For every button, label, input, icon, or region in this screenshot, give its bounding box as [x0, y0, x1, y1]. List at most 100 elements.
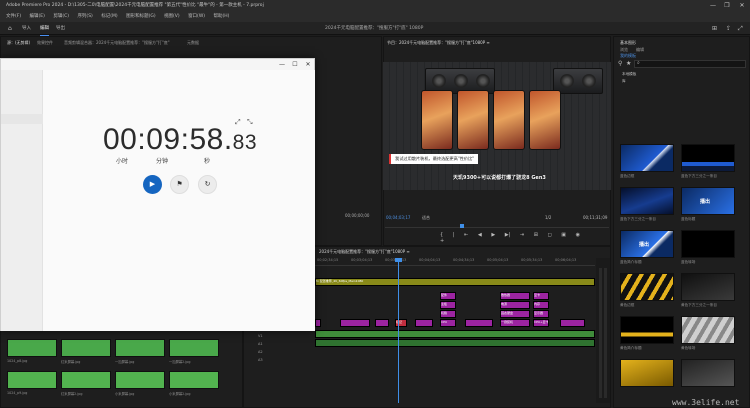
scrubber-handle[interactable]	[460, 224, 464, 228]
tab-edit-graphics[interactable]: 编辑	[636, 47, 644, 53]
program-timecode[interactable]: 00;04;03;17	[386, 215, 410, 220]
export-frame-button[interactable]: ▣	[561, 232, 566, 238]
track-header-a3[interactable]: A3	[258, 358, 263, 362]
program-scrubber[interactable]	[385, 224, 609, 228]
step-forward-button[interactable]: ▶|	[505, 232, 511, 238]
tree-libraries[interactable]: 库	[622, 79, 626, 84]
workspaces-icon[interactable]: ⊞	[712, 22, 717, 35]
menu-graphics[interactable]: 图形和标题(G)	[126, 14, 156, 19]
clip-green-audio[interactable]	[315, 339, 595, 347]
clip-purple[interactable]: 主板	[440, 301, 456, 309]
bin-thumbnail[interactable]	[61, 371, 111, 389]
bin-thumbnail[interactable]	[61, 339, 111, 357]
bin-thumbnail[interactable]	[7, 339, 57, 357]
clip-purple[interactable]	[315, 319, 321, 327]
zoom-select[interactable]: 适合	[422, 215, 430, 221]
tab-edit[interactable]: 编辑	[40, 22, 49, 36]
clip-purple[interactable]: 一键装机	[500, 319, 530, 327]
template-yellow-frame[interactable]	[620, 273, 674, 301]
bin-thumbnail[interactable]	[7, 371, 57, 389]
filter-icon[interactable]: ⚲	[618, 60, 622, 67]
lap-button[interactable]: ⚑	[170, 175, 189, 194]
stopwatch-close-button[interactable]: ✕	[302, 60, 314, 69]
menu-sequence[interactable]: 序列(S)	[77, 14, 92, 19]
clip-purple[interactable]: 内存	[533, 301, 549, 309]
track-header-a1[interactable]: A1	[258, 342, 263, 346]
go-to-out-button[interactable]: ⇥	[520, 232, 524, 238]
tree-local-templates[interactable]: 本地模板	[622, 72, 636, 77]
template-blue-intro-title[interactable]: 播出	[620, 230, 674, 258]
tab-audio-mixer[interactable]: 音频剪辑混合器：2024千元电脑配置推荐："搜服方"打"底"	[64, 40, 170, 46]
template-yellow-extra[interactable]	[620, 359, 674, 387]
template-blue-lower-third-2[interactable]	[620, 187, 674, 215]
menu-view[interactable]: 视图(V)	[164, 14, 180, 19]
close-button[interactable]: ✕	[735, 0, 749, 11]
template-yellow-transition[interactable]	[681, 316, 735, 344]
clip-green-video[interactable]	[315, 330, 595, 338]
stopwatch-maximize-button[interactable]: ☐	[289, 60, 301, 69]
go-to-in-button[interactable]: ⇤	[464, 232, 468, 238]
bin-thumbnail[interactable]	[169, 371, 219, 389]
resolution-select[interactable]: 1/2	[545, 215, 551, 220]
template-blue-transition[interactable]	[681, 230, 735, 258]
bin-thumbnail[interactable]	[169, 339, 219, 357]
menu-help[interactable]: 帮助(H)	[213, 14, 229, 19]
tab-import[interactable]: 导入	[22, 22, 31, 35]
clip-purple[interactable]	[340, 319, 370, 327]
maximize-button[interactable]: ❐	[720, 0, 734, 11]
clip-purple[interactable]: CPU	[440, 319, 456, 327]
clip-purple[interactable]: 固态硬盘	[500, 310, 530, 318]
template-blue-title[interactable]: 播出	[681, 187, 735, 215]
clip-purple[interactable]: 配件	[440, 292, 456, 300]
tab-sequence[interactable]: 2024千元电脑配置推荐："搜服方"打"底"1080P ≡	[319, 249, 410, 255]
menu-edit[interactable]: 编辑(E)	[30, 14, 45, 19]
tab-program[interactable]: 节目：2024千元电脑配置推荐："搜服方"打"底"1080P ≡	[387, 40, 490, 46]
clip-purple[interactable]: 机箱	[440, 310, 456, 318]
clip-purple[interactable]	[375, 319, 389, 327]
play-button[interactable]: ▶	[491, 232, 495, 238]
template-blue-frame[interactable]	[620, 144, 674, 172]
share-icon[interactable]: ⇪	[726, 22, 731, 35]
clip-red[interactable]: 标记	[395, 319, 407, 327]
extract-button[interactable]: ◻	[547, 232, 551, 238]
fullscreen-icon[interactable]: ⤢	[738, 22, 743, 35]
step-back-button[interactable]: ◀	[478, 232, 482, 238]
clip-purple[interactable]: 显卡	[533, 292, 549, 300]
stopwatch-minimize-button[interactable]: —	[276, 60, 288, 69]
track-header-v1[interactable]: V1	[258, 334, 263, 338]
clip-purple[interactable]	[415, 319, 433, 327]
menu-window[interactable]: 窗口(W)	[188, 14, 205, 19]
star-icon[interactable]: ★	[626, 60, 631, 67]
mark-out-button[interactable]: |	[453, 232, 455, 238]
tab-effect-controls[interactable]: 效果控件	[37, 40, 53, 46]
tab-export[interactable]: 导出	[56, 22, 65, 35]
menu-markers[interactable]: 标记(M)	[101, 14, 117, 19]
template-yellow-intro-title[interactable]	[620, 316, 674, 344]
menu-file[interactable]: 文件(F)	[6, 14, 21, 19]
lift-button[interactable]: ⊞	[534, 232, 538, 238]
clip-purple[interactable]: 显示器	[533, 310, 549, 318]
bin-thumbnail[interactable]	[115, 339, 165, 357]
clip-purple[interactable]: CPU+显卡	[533, 319, 549, 327]
menu-clip[interactable]: 剪辑(C)	[53, 14, 69, 19]
template-blue-lower-third[interactable]	[681, 144, 735, 172]
tab-metadata[interactable]: 元数据	[187, 40, 199, 46]
template-grey-extra[interactable]	[681, 359, 735, 387]
my-templates-tab[interactable]: 我的模板	[620, 53, 636, 59]
clip-purple[interactable]	[560, 319, 585, 327]
sidebar-selected-item[interactable]	[1, 114, 43, 124]
tab-source[interactable]: 源：(无剪辑)	[7, 40, 30, 46]
clip-purple[interactable]: 电源	[500, 301, 530, 309]
home-icon[interactable]: ⌂	[8, 22, 12, 35]
track-header-a2[interactable]: A2	[258, 350, 263, 354]
clip-purple[interactable]: 散热器	[500, 292, 530, 300]
reset-button[interactable]: ↻	[198, 175, 217, 194]
clip-yellow[interactable]: fx 配置推荐_4K_60fps_Main1080	[315, 278, 595, 286]
search-input[interactable]: ⌕	[634, 60, 746, 68]
clip-purple[interactable]	[465, 319, 493, 327]
start-button[interactable]: ▶	[143, 175, 162, 194]
minimize-button[interactable]: —	[706, 0, 720, 11]
bin-thumbnail[interactable]	[115, 371, 165, 389]
comparison-button[interactable]: ◉	[576, 232, 580, 238]
playhead[interactable]	[398, 258, 399, 403]
